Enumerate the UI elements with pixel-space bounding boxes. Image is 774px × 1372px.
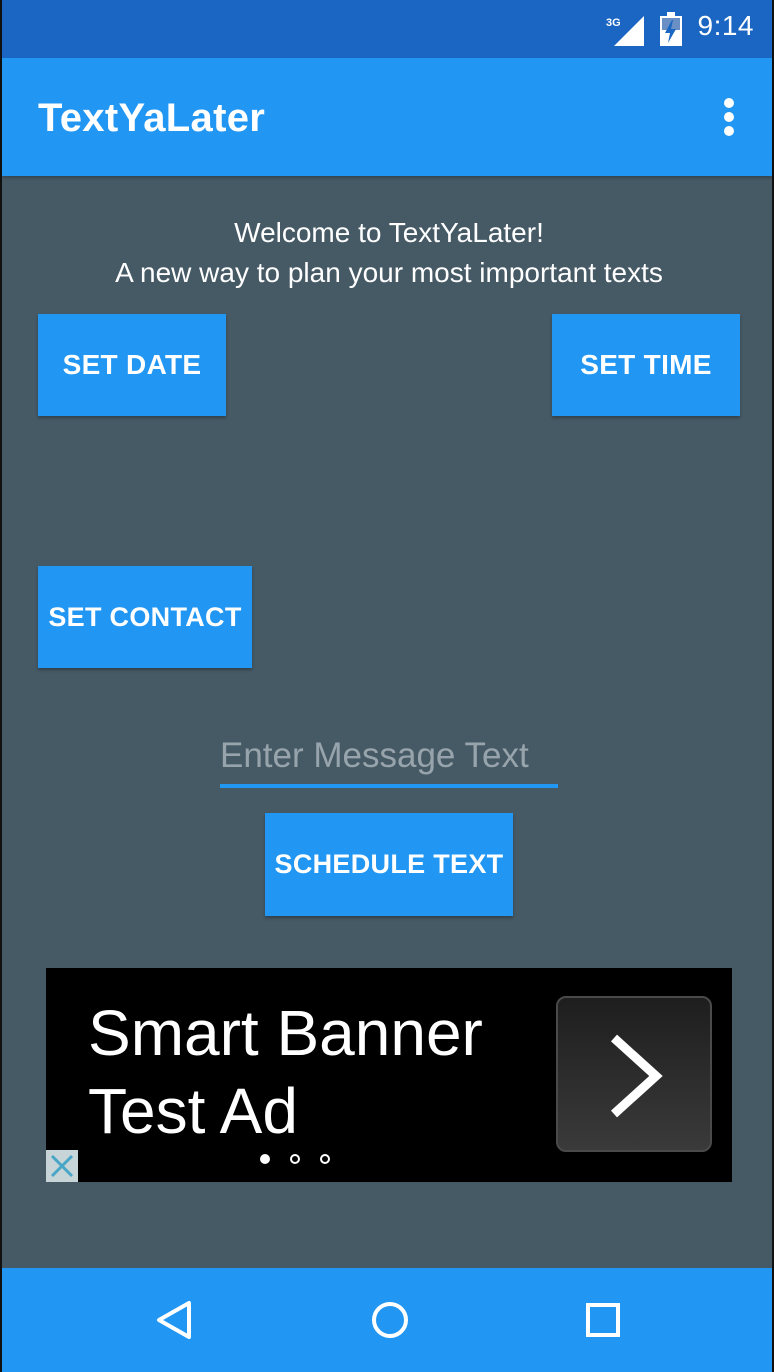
ad-close-button[interactable]	[46, 1150, 78, 1182]
ad-page-dot	[320, 1154, 330, 1164]
set-time-button[interactable]: SET TIME	[552, 314, 740, 416]
app-bar: TextYaLater	[2, 58, 772, 176]
schedule-text-button[interactable]: SCHEDULE TEXT	[265, 813, 513, 916]
ad-banner[interactable]: Smart Banner Test Ad	[46, 968, 732, 1182]
phone-screen: 3G 9:14 TextYaLater Welcome to TextYaLat…	[0, 0, 774, 1372]
set-contact-button[interactable]: SET CONTACT	[38, 566, 252, 668]
ad-page-indicator	[258, 1154, 338, 1168]
ad-text: Smart Banner Test Ad	[88, 997, 483, 1147]
ad-page-dot-active	[260, 1154, 270, 1164]
home-icon[interactable]	[370, 1300, 410, 1340]
status-bar: 3G 9:14	[2, 0, 772, 58]
back-icon[interactable]	[155, 1300, 195, 1340]
set-date-button[interactable]: SET DATE	[38, 314, 226, 416]
close-icon	[50, 1154, 74, 1178]
welcome-message: Welcome to TextYaLater! A new way to pla…	[2, 213, 774, 293]
svg-text:3G: 3G	[606, 17, 621, 29]
overflow-menu-icon[interactable]	[722, 98, 736, 138]
status-time: 9:14	[697, 10, 754, 41]
app-title: TextYaLater	[38, 96, 266, 140]
ad-page-dot	[290, 1154, 300, 1164]
battery-charging-icon	[660, 12, 682, 46]
welcome-line-2: A new way to plan your most important te…	[115, 257, 663, 288]
navigation-bar	[2, 1268, 772, 1372]
message-text-input[interactable]	[220, 728, 558, 788]
ad-open-button[interactable]	[556, 996, 712, 1152]
chevron-right-icon	[610, 1034, 663, 1118]
recents-icon[interactable]	[585, 1302, 621, 1338]
signal-3g-icon: 3G	[606, 16, 644, 46]
welcome-line-1: Welcome to TextYaLater!	[234, 217, 544, 248]
